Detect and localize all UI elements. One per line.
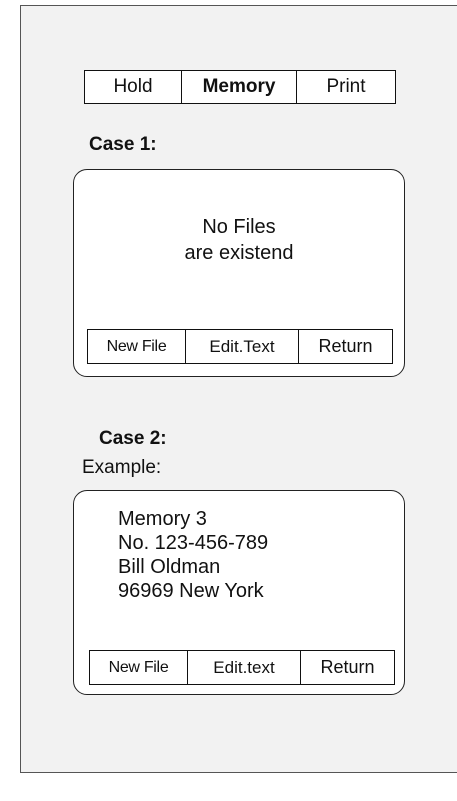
case2-title: Case 2: <box>99 428 167 449</box>
new-file-button[interactable]: New File <box>90 651 188 684</box>
return-button[interactable]: Return <box>301 651 394 684</box>
memory-record: Memory 3 No. 123-456-789 Bill Oldman 969… <box>118 507 268 603</box>
message-line-2: are existend <box>184 242 294 264</box>
case1-title: Case 1: <box>89 134 157 155</box>
example-label: Example: <box>82 457 162 478</box>
no-files-message: No Files are existend <box>74 214 404 266</box>
record-name: Bill Oldman <box>118 556 221 578</box>
edit-text-button[interactable]: Edit.Text <box>186 330 299 363</box>
case2-softkey-bar: New File Edit.text Return <box>89 650 395 685</box>
tab-hold[interactable]: Hold <box>85 71 182 103</box>
record-number: No. 123-456-789 <box>118 532 269 554</box>
tab-memory[interactable]: Memory <box>182 71 297 103</box>
record-memory-slot: Memory 3 <box>118 508 207 530</box>
case1-softkey-bar: New File Edit.Text Return <box>87 329 393 364</box>
message-line-1: No Files <box>202 216 276 238</box>
new-file-button[interactable]: New File <box>88 330 186 363</box>
case2-screen: Memory 3 No. 123-456-789 Bill Oldman 969… <box>73 490 405 695</box>
tab-print[interactable]: Print <box>297 71 395 103</box>
mode-tab-bar: Hold Memory Print <box>84 70 396 104</box>
case1-screen: No Files are existend New File Edit.Text… <box>73 169 405 377</box>
edit-text-button[interactable]: Edit.text <box>188 651 301 684</box>
record-city: 96969 New York <box>118 580 264 602</box>
return-button[interactable]: Return <box>299 330 392 363</box>
